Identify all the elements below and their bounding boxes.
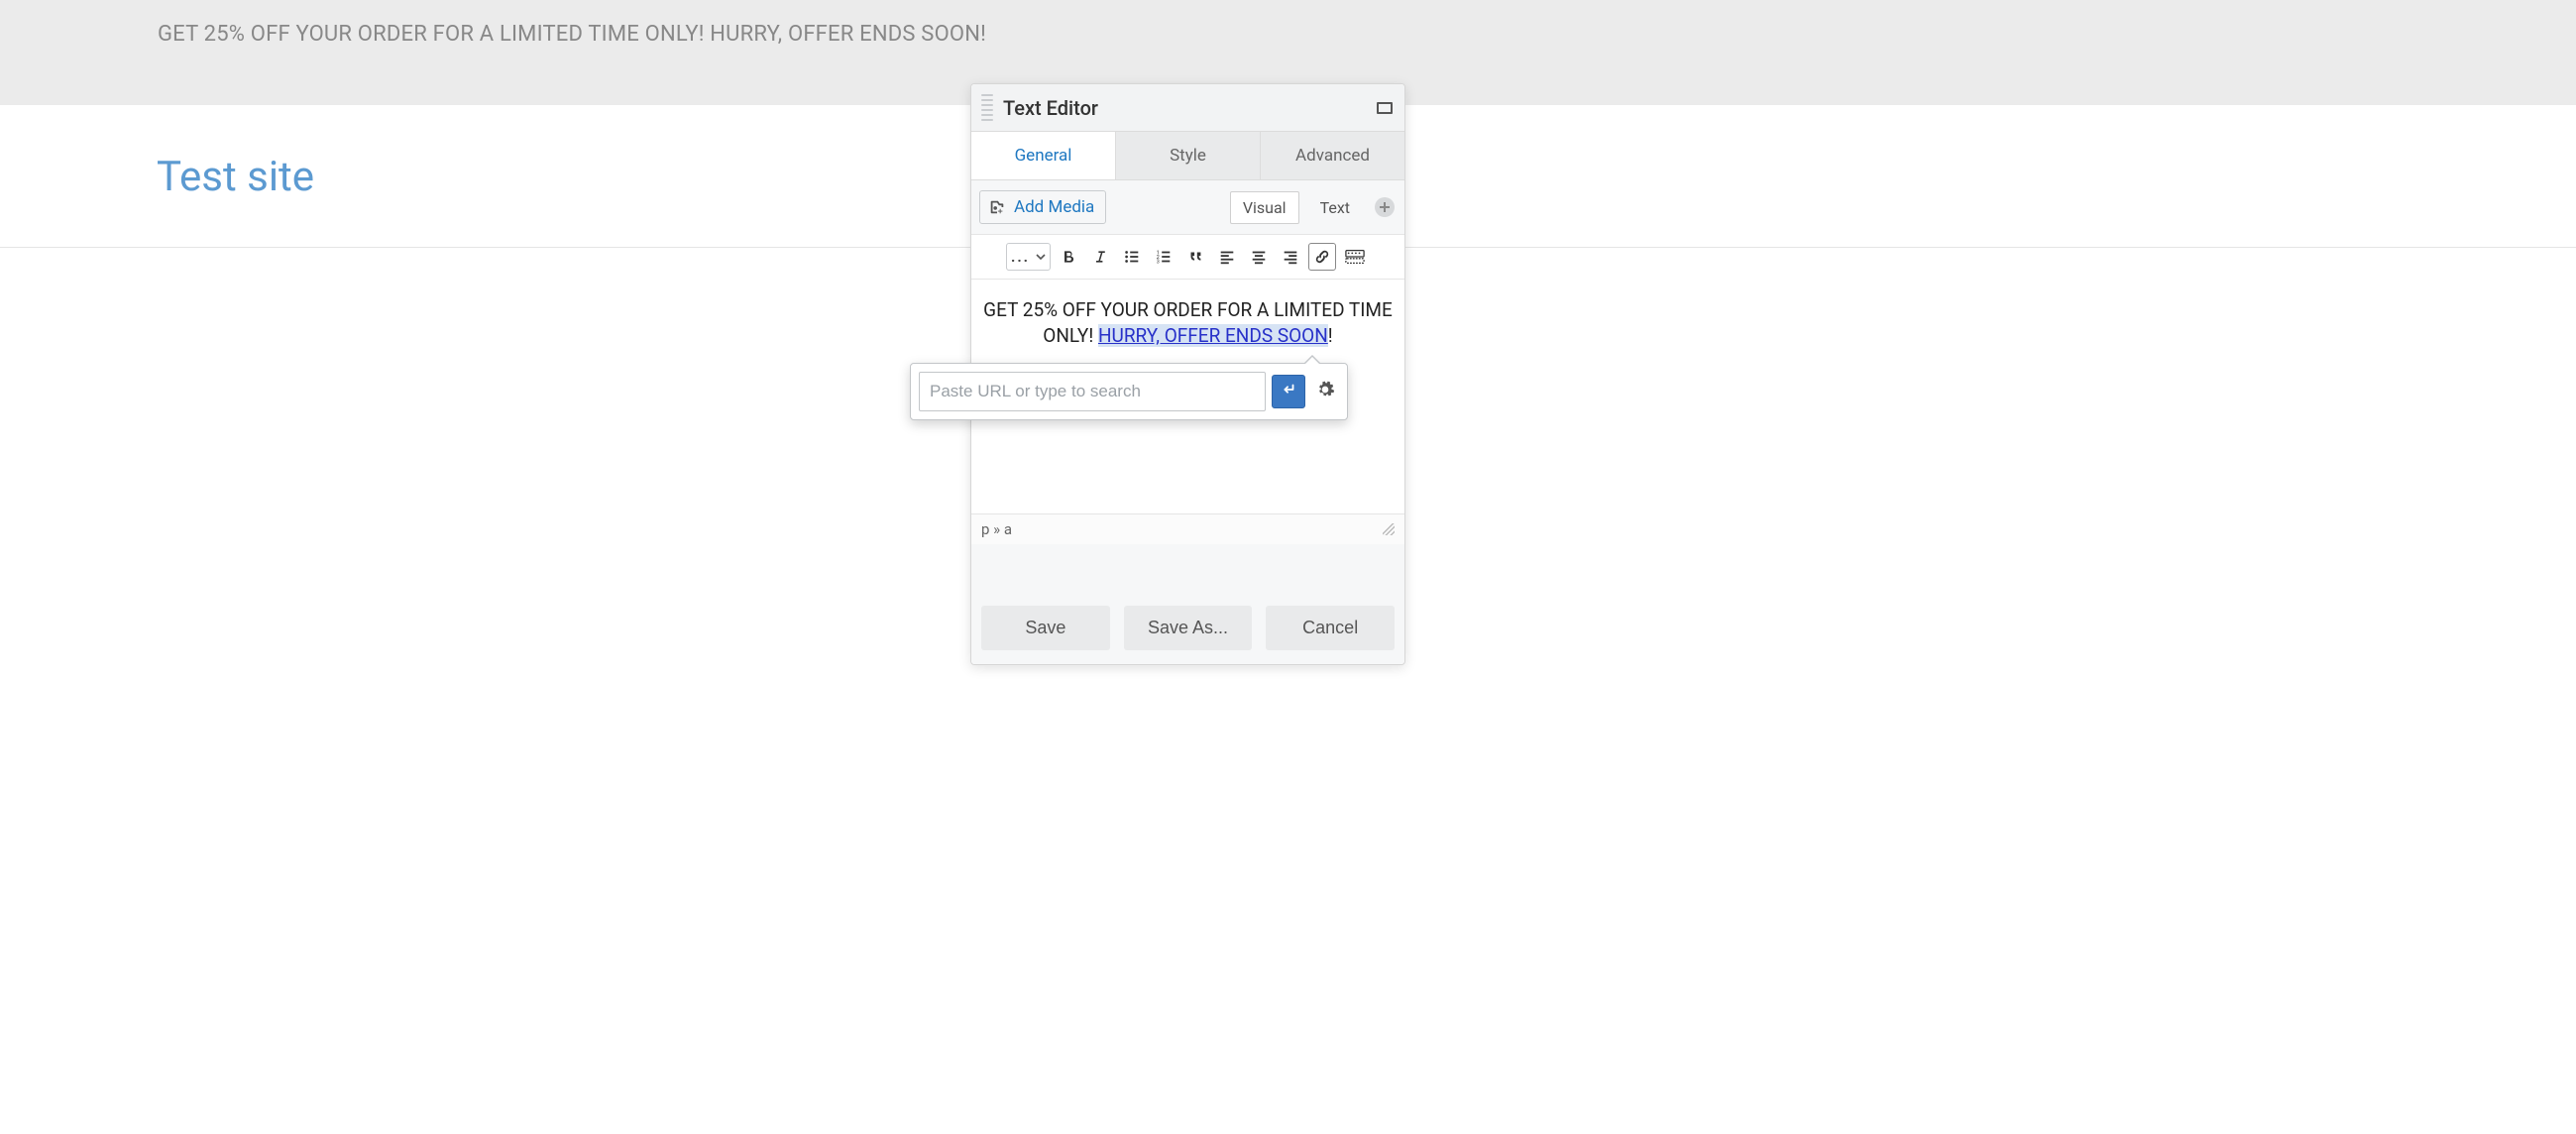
save-as-button[interactable]: Save As... [1124,606,1253,650]
media-icon [988,198,1006,216]
chevron-down-icon [1036,252,1046,262]
add-toolbar-button[interactable] [1375,197,1395,217]
italic-icon [1092,249,1108,265]
tab-general[interactable]: General [971,132,1115,179]
paragraph-dropdown-label: ... [1011,248,1030,266]
editor-toolbar: ... 123 [971,235,1404,280]
link-icon [1313,248,1331,266]
toolbar-toggle-button[interactable] [1340,243,1370,271]
promo-banner-text: GET 25% OFF YOUR ORDER FOR A LIMITED TIM… [158,22,986,47]
element-path[interactable]: p » a [981,520,1012,538]
align-left-button[interactable] [1213,243,1241,271]
add-media-label: Add Media [1014,197,1094,217]
bold-icon [1061,249,1076,265]
align-center-button[interactable] [1245,243,1273,271]
link-settings-button[interactable] [1311,378,1339,405]
ordered-list-button[interactable]: 123 [1150,243,1177,271]
save-button[interactable]: Save [981,606,1110,650]
insert-link-popover [910,363,1348,420]
align-left-icon [1218,248,1236,266]
align-center-icon [1250,248,1268,266]
svg-text:3: 3 [1157,259,1160,265]
unordered-list-button[interactable] [1118,243,1146,271]
mode-text[interactable]: Text [1307,191,1363,224]
italic-button[interactable] [1086,243,1114,271]
bold-button[interactable] [1055,243,1082,271]
blockquote-button[interactable] [1181,243,1209,271]
panel-header[interactable]: Text Editor [971,84,1404,132]
editor-link-text[interactable]: HURRY, OFFER ENDS SOON [1098,324,1328,347]
keyboard-icon [1345,248,1365,266]
quote-icon [1186,248,1204,266]
link-url-input[interactable] [919,372,1266,411]
mode-visual[interactable]: Visual [1230,191,1299,224]
link-apply-button[interactable] [1272,375,1305,408]
paragraph-dropdown[interactable]: ... [1006,243,1051,271]
panel-footer: Save Save As... Cancel [971,594,1404,664]
cancel-button[interactable]: Cancel [1266,606,1395,650]
gear-icon [1315,380,1335,403]
unordered-list-icon [1123,248,1141,266]
align-right-icon [1282,248,1299,266]
panel-title: Text Editor [1003,96,1377,120]
maximize-icon[interactable] [1377,102,1393,114]
align-right-button[interactable] [1277,243,1304,271]
insert-link-button[interactable] [1308,243,1336,271]
editor-status-bar: p » a [971,513,1404,544]
drag-handle-icon[interactable] [979,94,993,121]
ordered-list-icon: 123 [1155,248,1173,266]
enter-icon [1280,381,1297,402]
media-row: Add Media Visual Text [971,180,1404,235]
add-media-button[interactable]: Add Media [979,190,1106,224]
tab-advanced[interactable]: Advanced [1260,132,1404,179]
panel-tabs: General Style Advanced [971,132,1404,180]
panel-spacer [971,544,1404,594]
editor-text-after: ! [1328,324,1333,347]
tab-style[interactable]: Style [1115,132,1260,179]
resize-handle-icon[interactable] [1383,523,1395,535]
